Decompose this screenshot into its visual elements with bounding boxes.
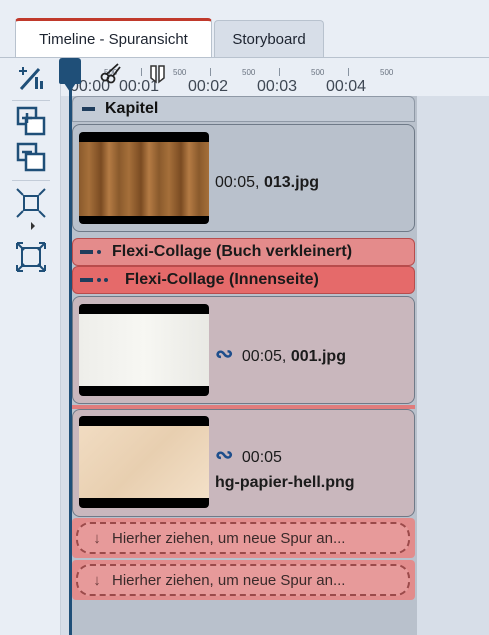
clip-duration: 00:05, (241, 348, 287, 365)
clip-info: 00:05, 013.jpg (215, 174, 319, 192)
remove-layer-icon (16, 142, 46, 172)
ruler-half-label: 500 (173, 68, 187, 77)
ruler-half-label: 500 (242, 68, 256, 77)
time-ruler[interactable]: 500 500 500 500 500 00:00 00:01 00:02 00… (61, 58, 489, 96)
clip-info: ∾ 00:05, 001.jpg (215, 341, 346, 367)
dropzone-new-track[interactable]: ↓ Hierher ziehen, um neue Spur an... (76, 564, 410, 596)
white-paper-image (79, 314, 209, 386)
chapter-header[interactable]: Kapitel (72, 96, 415, 122)
ruler-label: 00:03 (257, 78, 298, 95)
ruler-label: 00:04 (326, 78, 367, 95)
remove-layer-button[interactable] (14, 140, 48, 174)
flexi-title-outer: Flexi-Collage (Buch verkleinert) (112, 243, 353, 260)
flexi-collage-outer[interactable]: Flexi-Collage (Buch verkleinert) (72, 238, 415, 266)
ruler-tick (141, 68, 142, 76)
clip-001[interactable]: ∾ 00:05, 001.jpg (72, 296, 415, 404)
clip-duration: 00:05 (241, 449, 282, 466)
chevron-right-icon (31, 222, 35, 230)
scissors-icon[interactable] (99, 62, 123, 84)
expand-button[interactable] (14, 240, 48, 274)
ruler-tick (348, 68, 349, 76)
toolbar-separator (12, 100, 50, 101)
clip-filename: 001.jpg (290, 348, 346, 365)
expand-arrows-icon (16, 242, 46, 272)
magic-wand-icon (19, 67, 43, 91)
level-dot-icon (97, 278, 101, 282)
transition-icon[interactable]: ∾ (215, 442, 233, 467)
transition-icon[interactable]: ∾ (215, 341, 233, 366)
ruler-tick (210, 68, 211, 76)
clip-thumbnail (79, 132, 209, 224)
collapse-minus-icon[interactable] (80, 278, 93, 282)
ruler-tick (279, 68, 280, 76)
collapse-arrows-icon (16, 188, 46, 218)
magic-wand-button[interactable] (14, 62, 48, 96)
down-arrow-icon: ↓ (93, 529, 101, 547)
flexi-collage-inner[interactable]: Flexi-Collage (Innenseite) (72, 266, 415, 294)
wood-image (79, 142, 209, 216)
clip-thumbnail (79, 304, 209, 396)
tab-timeline[interactable]: Timeline - Spuransicht (15, 18, 212, 58)
tab-storyboard[interactable]: Storyboard (214, 20, 324, 58)
clip-info: ∾ 00:05 (215, 442, 282, 468)
tab-bar: Timeline - Spuransicht Storyboard (0, 0, 489, 58)
down-arrow-icon: ↓ (93, 571, 101, 589)
collapse-minus-icon[interactable] (80, 250, 93, 254)
ruler-label: 00:02 (188, 78, 229, 95)
ruler-half-label: 500 (380, 68, 394, 77)
level-dot-icon (104, 278, 108, 282)
add-layer-button[interactable] (14, 104, 48, 138)
clip-thumbnail (79, 416, 209, 508)
dropzone-label: Hierher ziehen, um neue Spur an... (112, 529, 346, 547)
playhead-line[interactable] (69, 58, 72, 635)
collapse-minus-icon[interactable] (82, 107, 95, 111)
clip-filename: hg-papier-hell.png (215, 474, 355, 491)
flexi-title-inner: Flexi-Collage (Innenseite) (125, 271, 319, 288)
toolbar-separator (12, 180, 50, 181)
marker-icon[interactable] (147, 64, 169, 84)
playhead-handle[interactable] (59, 58, 81, 92)
clip-filename: 013.jpg (263, 174, 320, 191)
chapter-title: Kapitel (105, 100, 159, 117)
clip-013[interactable]: 00:05, 013.jpg (72, 124, 415, 232)
paper-texture-image (79, 426, 209, 498)
clip-hg-papier[interactable]: ∾ 00:05 hg-papier-hell.png (72, 409, 415, 517)
dropzone-new-track[interactable]: ↓ Hierher ziehen, um neue Spur an... (76, 522, 410, 554)
collapse-dropdown-arrow[interactable] (14, 220, 48, 232)
clip-duration: 00:05, (215, 174, 260, 191)
add-layer-icon (16, 106, 46, 136)
timeline-toolbar (0, 58, 61, 635)
ruler-half-label: 500 (311, 68, 325, 77)
level-dot-icon (97, 250, 101, 254)
dropzone-label: Hierher ziehen, um neue Spur an... (112, 571, 346, 589)
collapse-button[interactable] (14, 186, 48, 220)
